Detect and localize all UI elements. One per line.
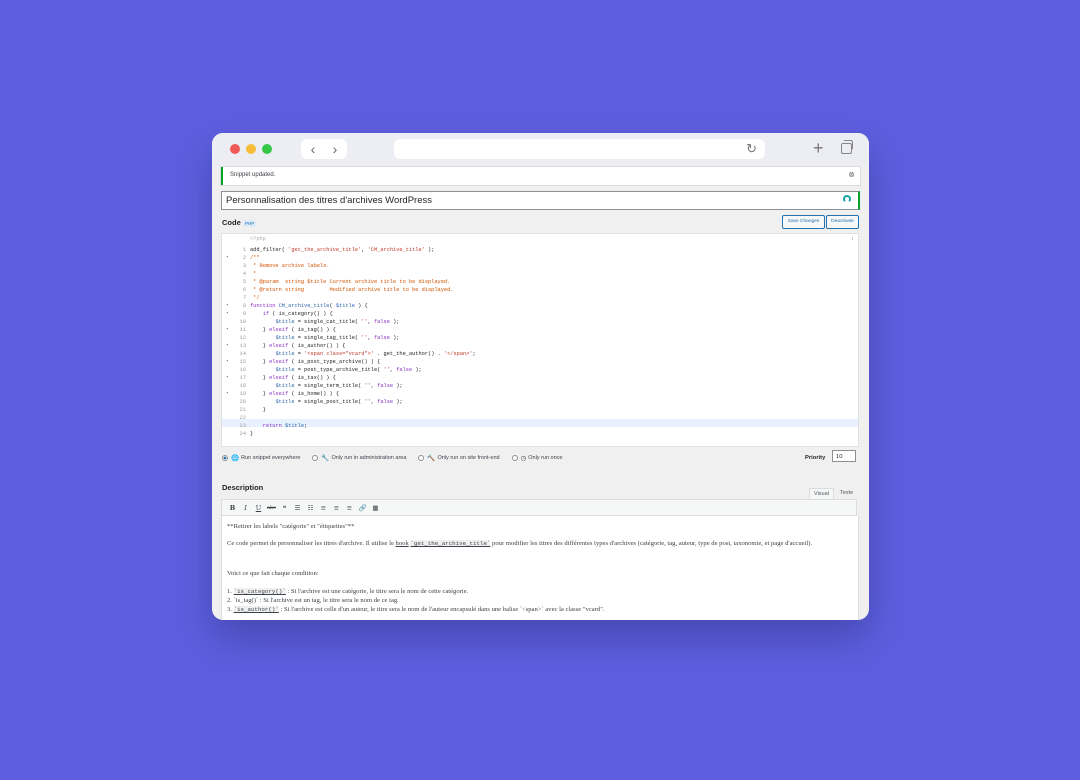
list-item: 2. `is_tag()` : Si l'archive est un tag,…: [227, 597, 399, 604]
radio-once[interactable]: [511, 455, 518, 461]
minimize-window-button[interactable]: [246, 144, 256, 154]
deactivate-button[interactable]: Deactivate: [826, 215, 859, 229]
priority-label: Priority: [805, 455, 826, 461]
list-item: 1. `is_category()` : Si l'archive est un…: [227, 588, 469, 595]
grammar-checker-icon[interactable]: [843, 195, 851, 203]
radio-admin[interactable]: [312, 455, 319, 461]
reload-icon[interactable]: ↻: [746, 141, 757, 157]
table-icon[interactable]: ▦: [369, 504, 382, 512]
wp-admin-page: Snippet updated. ⊗ Personnalisation des …: [212, 166, 869, 620]
close-window-button[interactable]: [230, 144, 240, 154]
hammer-icon: 🔨: [427, 455, 436, 462]
scope-option-admin[interactable]: 🔧 Only run in administration area: [312, 454, 406, 462]
underline-icon[interactable]: U: [252, 504, 265, 512]
tab-text[interactable]: Texte: [836, 488, 857, 498]
plus-icon[interactable]: +: [813, 138, 824, 158]
numbered-list-icon[interactable]: ☷: [304, 504, 317, 512]
wrench-icon: 🔧: [321, 455, 330, 462]
scope-options: 🌐 Run snippet everywhere 🔧 Only run in adm…: [222, 453, 574, 463]
success-notice: Snippet updated. ⊗: [221, 167, 860, 185]
bullet-list-icon[interactable]: ☰: [291, 504, 304, 512]
align-left-icon[interactable]: ≡: [317, 504, 330, 512]
snippet-title-input[interactable]: Personnalisation des titres d'archives W…: [221, 191, 860, 210]
back-arrow-icon[interactable]: ‹: [303, 140, 323, 158]
align-right-icon[interactable]: ≡: [343, 504, 356, 512]
scope-option-front-end[interactable]: 🔨 Only run on site front-end: [418, 454, 500, 462]
tab-visual[interactable]: Visual: [809, 488, 834, 499]
description-paragraph-3: Voici ce que fait chaque condition:: [227, 570, 319, 577]
description-paragraph-1: **Retirer les labels "catégorie" et "éti…: [227, 523, 355, 530]
dismiss-icon[interactable]: ⊗: [848, 170, 855, 179]
globe-icon: 🌐: [231, 455, 240, 462]
browser-toolbar: ‹ › ↻ +: [212, 133, 869, 166]
snippet-title-value: Personnalisation des titres d'archives W…: [226, 195, 432, 206]
radio-front-end[interactable]: [418, 455, 425, 461]
list-item: 3. `is_author()` : Si l'archive est cell…: [227, 606, 605, 613]
forward-arrow-icon[interactable]: ›: [325, 140, 345, 158]
tabs-overview-icon[interactable]: [841, 140, 853, 154]
php-badge: PHP: [243, 220, 257, 227]
description-paragraph-2: Ce code permet de personnaliser les titr…: [227, 540, 813, 547]
browser-window: ‹ › ↻ + Snippet updated. ⊗ Personnalisat…: [212, 133, 869, 620]
description-heading: Description: [222, 483, 264, 492]
address-bar[interactable]: ↻: [394, 139, 765, 159]
clock-icon: ◷: [520, 455, 527, 462]
scope-option-once[interactable]: ◷ Only run once: [511, 454, 562, 462]
link-icon[interactable]: 🔗: [356, 504, 369, 512]
editor-toolbar: B I U abc ❝ ☰ ☷ ≡ ≡ ≡ 🔗 ▦: [221, 499, 857, 516]
navigation-buttons: ‹ ›: [301, 139, 347, 159]
description-content[interactable]: **Retirer les labels "catégorie" et "éti…: [221, 516, 859, 620]
scope-option-everywhere[interactable]: 🌐 Run snippet everywhere: [222, 454, 300, 462]
priority-input[interactable]: 10: [832, 450, 856, 462]
italic-icon[interactable]: I: [239, 504, 252, 512]
code-heading: Code: [222, 218, 241, 227]
save-changes-button[interactable]: Save Changes: [782, 215, 825, 229]
align-center-icon[interactable]: ≡: [330, 504, 343, 512]
php-open-tag: <?php: [250, 236, 266, 242]
maximize-window-button[interactable]: [262, 144, 272, 154]
quote-icon[interactable]: ❝: [278, 504, 291, 512]
notice-text: Snippet updated.: [230, 172, 276, 178]
strikethrough-icon[interactable]: abc: [265, 505, 278, 511]
code-editor[interactable]: <?php ↕ 1 add_filter( 'get_the_archive_tit…: [221, 233, 859, 447]
bold-icon[interactable]: B: [226, 504, 239, 512]
radio-everywhere[interactable]: [222, 455, 228, 461]
